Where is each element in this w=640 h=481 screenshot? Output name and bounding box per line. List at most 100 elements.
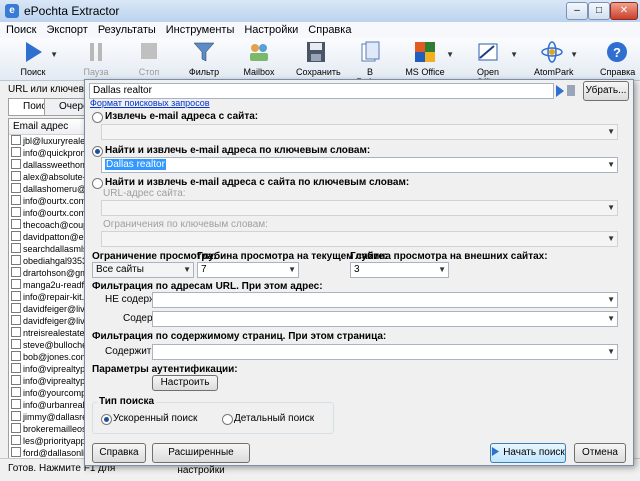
- list-item[interactable]: searchdallasmls@ww: [9, 243, 89, 255]
- list-item[interactable]: drartohson@gmail.c: [9, 267, 89, 279]
- row-checkbox[interactable]: [11, 183, 21, 193]
- help-toolbar-button[interactable]: ? Справка: [600, 38, 635, 80]
- menu-settings[interactable]: Настройки: [238, 22, 302, 36]
- row-checkbox[interactable]: [11, 219, 21, 229]
- row-checkbox[interactable]: [11, 339, 21, 349]
- minimize-button[interactable]: –: [566, 2, 588, 20]
- copy-to-buffer-button[interactable]: В Буфер: [352, 38, 388, 87]
- row-checkbox[interactable]: [11, 387, 21, 397]
- ms-office-button[interactable]: MS Office ▼: [404, 38, 454, 80]
- row-checkbox[interactable]: [11, 411, 21, 421]
- atompark-button[interactable]: AtomPark ▼: [534, 38, 578, 80]
- depth-current-select[interactable]: 7 ▼: [197, 262, 299, 278]
- row-checkbox[interactable]: [11, 423, 21, 433]
- keywords-input[interactable]: Dallas realtor ▼: [101, 157, 618, 173]
- query-format-link[interactable]: Формат поисковых запросов: [90, 98, 210, 108]
- radio-site-keywords[interactable]: [92, 178, 103, 189]
- not-contains-input[interactable]: ▼: [152, 292, 618, 308]
- row-checkbox[interactable]: [11, 291, 21, 301]
- list-item[interactable]: dallassweethome@h: [9, 159, 89, 171]
- list-item[interactable]: ntreisrealestate-findh: [9, 327, 89, 339]
- row-checkbox[interactable]: [11, 327, 21, 337]
- email-list[interactable]: Email адрес jbl@luxuryrealestate. info@qu…: [8, 118, 90, 460]
- run-arrow-icon[interactable]: [556, 85, 564, 97]
- pause-button[interactable]: Пауза: [80, 38, 112, 80]
- contains-input[interactable]: ▼: [152, 311, 618, 327]
- list-item[interactable]: alex@absolute-reales: [9, 171, 89, 183]
- list-item[interactable]: jimmy@dallasrealtyse: [9, 411, 89, 423]
- maximize-button[interactable]: □: [588, 2, 610, 20]
- close-button[interactable]: ✕: [610, 2, 638, 20]
- list-item[interactable]: info@yourcompany.c: [9, 387, 89, 399]
- list-item[interactable]: obediahgal9353@yah: [9, 255, 89, 267]
- list-item[interactable]: info@ourtx.com: [9, 207, 89, 219]
- list-item[interactable]: manga2u-readfreema: [9, 279, 89, 291]
- row-checkbox[interactable]: [11, 195, 21, 205]
- auth-label: Параметры аутентификации:: [92, 364, 238, 375]
- row-checkbox[interactable]: [11, 303, 21, 313]
- row-checkbox[interactable]: [11, 243, 21, 253]
- row-checkbox[interactable]: [11, 255, 21, 265]
- row-checkbox[interactable]: [11, 267, 21, 277]
- list-item[interactable]: info@repair-kit.ru: [9, 291, 89, 303]
- row-checkbox[interactable]: [11, 435, 21, 445]
- row-checkbox[interactable]: [11, 399, 21, 409]
- list-item[interactable]: brokeremailleoseiple: [9, 423, 89, 435]
- list-item[interactable]: info@quickpromotio: [9, 147, 89, 159]
- email-text: ntreisrealestate-findh: [23, 328, 89, 338]
- row-checkbox[interactable]: [11, 375, 21, 385]
- row-checkbox[interactable]: [11, 147, 21, 157]
- help-button[interactable]: Справка: [92, 443, 146, 463]
- menu-export[interactable]: Экспорт: [40, 22, 91, 36]
- row-checkbox[interactable]: [11, 351, 21, 361]
- list-item[interactable]: info@viprealtyplatin: [9, 375, 89, 387]
- clear-button[interactable]: Убрать...: [583, 81, 629, 101]
- row-checkbox[interactable]: [11, 363, 21, 373]
- menu-help[interactable]: Справка: [302, 22, 355, 36]
- advanced-settings-button[interactable]: Расширенные настройки: [152, 443, 250, 476]
- row-checkbox[interactable]: [11, 171, 21, 181]
- list-item[interactable]: info@viprealtyplatin: [9, 363, 89, 375]
- email-text: les@priorityapproves: [23, 436, 89, 446]
- depth-external-select[interactable]: 3 ▼: [350, 262, 449, 278]
- list-item[interactable]: info@ourtx.comstyle: [9, 195, 89, 207]
- start-search-button[interactable]: Начать поиск: [490, 443, 566, 463]
- list-item[interactable]: info@urbanrealtydal: [9, 399, 89, 411]
- radio-detailed-search[interactable]: [222, 414, 233, 425]
- view-limit-select[interactable]: Все сайты ▼: [92, 262, 194, 278]
- radio-search-keywords[interactable]: [92, 146, 103, 157]
- row-checkbox[interactable]: [11, 135, 21, 145]
- list-item[interactable]: bob@jones.com: [9, 351, 89, 363]
- list-item[interactable]: davidfeiger@live.frre: [9, 303, 89, 315]
- list-item[interactable]: jbl@luxuryrealestate.: [9, 135, 89, 147]
- row-checkbox[interactable]: [11, 159, 21, 169]
- cancel-button[interactable]: Отмена: [574, 443, 626, 463]
- row-checkbox[interactable]: [11, 207, 21, 217]
- list-item[interactable]: davidfeiger@live.fr: [9, 315, 89, 327]
- menu-tools[interactable]: Инструменты: [160, 22, 239, 36]
- menu-results[interactable]: Результаты: [92, 22, 160, 36]
- row-checkbox[interactable]: [11, 447, 21, 457]
- list-item[interactable]: steve@bullochent.co: [9, 339, 89, 351]
- search-button[interactable]: Поиск ▼: [16, 38, 58, 80]
- radio-fast-search[interactable]: [101, 414, 112, 425]
- row-checkbox[interactable]: [11, 315, 21, 325]
- filter-button[interactable]: Фильтр: [186, 38, 222, 80]
- row-checkbox[interactable]: [11, 231, 21, 241]
- query-input[interactable]: Dallas realtor: [89, 83, 554, 99]
- open-office-button[interactable]: Open Office▼: [466, 38, 518, 87]
- mailbox-plugin-button[interactable]: Mailbox плагин: [230, 38, 288, 87]
- stop-small-icon[interactable]: [567, 85, 575, 96]
- list-item[interactable]: dallashomeru@yahoo: [9, 183, 89, 195]
- stop-button[interactable]: Стоп: [132, 38, 166, 80]
- configure-auth-button[interactable]: Настроить: [152, 375, 218, 391]
- save-button[interactable]: Сохранить: [296, 38, 341, 80]
- list-item[interactable]: thecoach@couponsi: [9, 219, 89, 231]
- radio-extract-site[interactable]: [92, 112, 103, 123]
- content-contains-input[interactable]: ▼: [152, 344, 618, 360]
- row-checkbox[interactable]: [11, 279, 21, 289]
- menu-search[interactable]: Поиск: [0, 22, 40, 36]
- email-column-header[interactable]: Email адрес: [9, 119, 89, 135]
- list-item[interactable]: les@priorityapproves: [9, 435, 89, 447]
- list-item[interactable]: davidpatton@ebby.co: [9, 231, 89, 243]
